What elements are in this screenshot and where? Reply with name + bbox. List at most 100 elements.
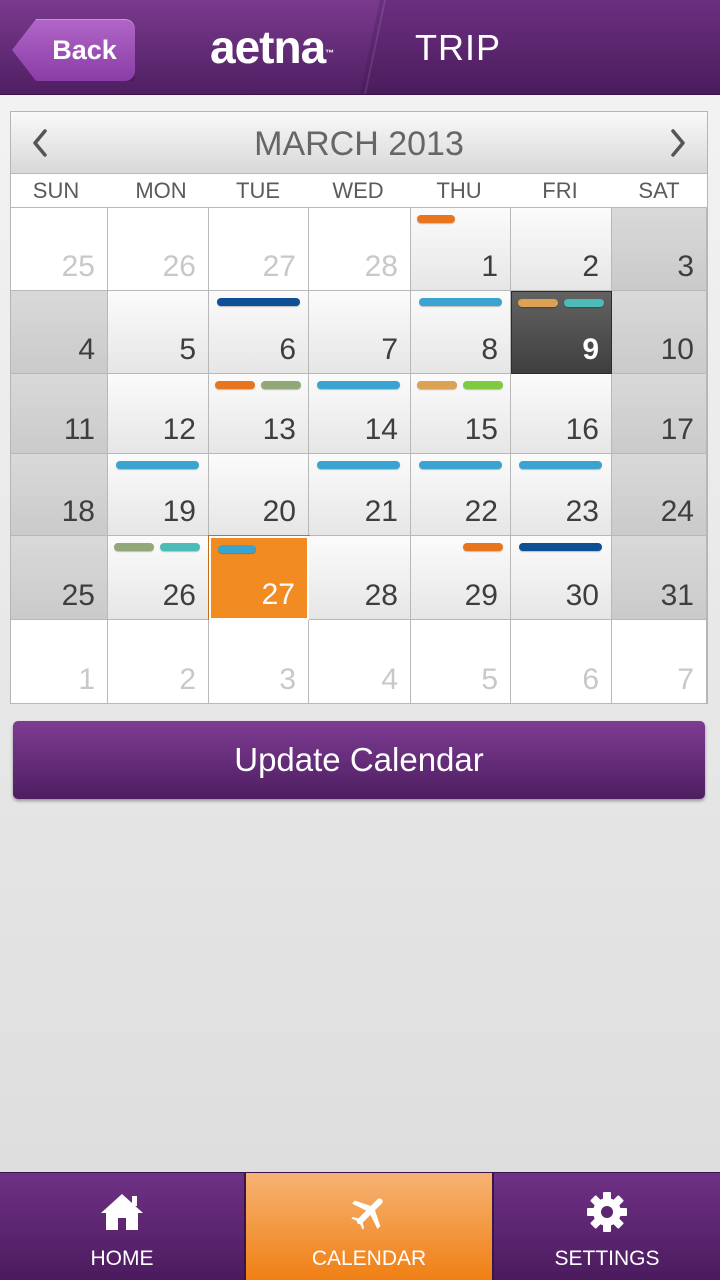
calendar-day-cell[interactable]: 23 [511, 454, 612, 536]
header-title-panel [359, 0, 720, 94]
day-number: 30 [565, 579, 599, 612]
day-number: 20 [262, 495, 296, 528]
calendar-day-cell[interactable]: 1 [11, 620, 108, 704]
next-month-button[interactable] [663, 126, 693, 160]
event-indicator [116, 461, 199, 469]
calendar-day-cell[interactable]: 5 [411, 620, 511, 704]
weekday-label: SAT [638, 178, 680, 203]
calendar-day-cell[interactable]: 6 [511, 620, 612, 704]
day-number: 8 [481, 333, 498, 366]
event-indicator [519, 543, 602, 551]
day-number: 19 [162, 495, 196, 528]
calendar-day-cell[interactable]: 2 [108, 620, 209, 704]
calendar-day-cell[interactable]: 8 [411, 291, 511, 374]
calendar-day-cell[interactable]: 3 [612, 208, 707, 291]
calendar-day-cell[interactable]: 27 [209, 208, 309, 291]
day-number: 1 [78, 663, 95, 696]
calendar-day-cell[interactable]: 22 [411, 454, 511, 536]
day-number: 27 [262, 250, 296, 283]
airplane-icon [349, 1191, 389, 1233]
month-label: MARCH 2013 [254, 125, 464, 163]
event-indicator [463, 543, 503, 551]
day-number: 1 [481, 250, 498, 283]
calendar-day-cell[interactable]: 13 [209, 374, 309, 454]
weekday-row: SUN MON TUE WED THU FRI SAT [11, 174, 707, 208]
day-number: 4 [78, 333, 95, 366]
calendar-day-cell[interactable]: 16 [511, 374, 612, 454]
back-button-label: Back [52, 34, 117, 65]
event-indicator [215, 381, 255, 389]
day-number: 21 [364, 495, 398, 528]
page-title: TRIP [415, 27, 502, 68]
event-indicator [160, 543, 200, 551]
event-indicator [419, 461, 502, 469]
calendar-day-cell[interactable]: 24 [612, 454, 707, 536]
bottom-tab-bar: HOME CALENDAR SETTINGS [0, 1172, 720, 1280]
day-number: 24 [660, 495, 694, 528]
tab-home[interactable]: HOME [0, 1173, 244, 1280]
calendar-day-cell[interactable]: 4 [309, 620, 411, 704]
calendar-day-cell[interactable]: 10 [612, 291, 707, 374]
calendar-day-cell[interactable]: 26 [108, 208, 209, 291]
calendar-day-cell[interactable]: 29 [411, 536, 511, 620]
calendar-day-cell[interactable]: 27 [208, 535, 310, 621]
weekday-label: MON [135, 178, 187, 203]
event-indicator [217, 298, 300, 306]
day-number: 5 [481, 663, 498, 696]
calendar-day-cell[interactable]: 2 [511, 208, 612, 291]
calendar-day-cell[interactable]: 25 [11, 208, 108, 291]
day-number: 26 [162, 250, 196, 283]
calendar-day-cell[interactable]: 7 [309, 291, 411, 374]
tab-settings-label: SETTINGS [554, 1247, 660, 1270]
day-number: 29 [464, 579, 498, 612]
calendar-day-cell[interactable]: 5 [108, 291, 209, 374]
weekday-label: SUN [32, 178, 80, 203]
calendar-day-cell[interactable]: 6 [209, 291, 309, 374]
calendar-day-cell[interactable]: 7 [612, 620, 707, 704]
back-button[interactable]: Back [12, 19, 135, 81]
day-number: 22 [464, 495, 498, 528]
calendar-day-cell[interactable]: 4 [11, 291, 108, 374]
calendar-day-cell[interactable]: 3 [209, 620, 309, 704]
day-number: 28 [364, 250, 398, 283]
day-number: 25 [61, 250, 95, 283]
calendar-day-cell[interactable]: 18 [11, 454, 108, 536]
calendar-day-cell[interactable]: 1 [411, 208, 511, 291]
calendar-day-cell[interactable]: 28 [309, 208, 411, 291]
calendar-day-cell[interactable]: 17 [612, 374, 707, 454]
calendar-day-cell[interactable]: 25 [11, 536, 108, 620]
tab-calendar[interactable]: CALENDAR [246, 1173, 492, 1280]
logo-trademark: ™ [325, 48, 334, 58]
weekday-label: WED [332, 178, 384, 203]
event-indicator [519, 461, 602, 469]
calendar-day-cell[interactable]: 30 [511, 536, 612, 620]
calendar-grid: 25 26 27 28 1 2 3 4 5 6 7 8 9 10 11 12 13 14 15 16 17 18 19 20 2… [11, 208, 707, 704]
day-number: 6 [279, 333, 296, 366]
calendar-day-cell[interactable]: 12 [108, 374, 209, 454]
day-number: 3 [677, 250, 694, 283]
calendar-day-cell[interactable]: 26 [108, 536, 209, 620]
calendar-day-cell[interactable]: 21 [309, 454, 411, 536]
calendar-day-cell[interactable]: 28 [309, 536, 411, 620]
update-calendar-button[interactable]: Update Calendar [13, 721, 705, 799]
day-number: 25 [61, 579, 95, 612]
day-number: 23 [565, 495, 599, 528]
day-number: 28 [364, 579, 398, 612]
tab-settings[interactable]: SETTINGS [494, 1173, 720, 1280]
day-number: 6 [582, 663, 599, 696]
day-number: 13 [262, 413, 296, 446]
calendar-day-cell[interactable]: 15 [411, 374, 511, 454]
calendar-day-cell[interactable]: 11 [11, 374, 108, 454]
day-number: 5 [179, 333, 196, 366]
calendar-day-cell[interactable]: 19 [108, 454, 209, 536]
month-calendar: MARCH 2013 SUN MON TUE WED THU FRI SAT 25 26 27 2… [10, 111, 708, 704]
event-indicator [417, 215, 455, 223]
home-icon [99, 1191, 145, 1233]
calendar-day-cell[interactable]: 14 [309, 374, 411, 454]
calendar-day-cell[interactable]: 31 [612, 536, 707, 620]
day-number: 3 [279, 663, 296, 696]
calendar-day-cell[interactable]: 20 [209, 454, 309, 536]
calendar-day-cell[interactable]: 9 [511, 291, 612, 374]
event-indicator [317, 381, 400, 389]
event-indicator [463, 381, 503, 389]
